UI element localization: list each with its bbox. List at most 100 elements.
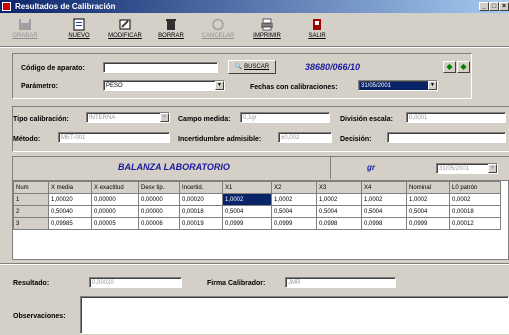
table-cell[interactable]: 0,00019 [179, 217, 223, 230]
close-button[interactable]: × [499, 2, 509, 11]
column-header[interactable]: Num [13, 181, 49, 194]
column-header[interactable]: X1 [222, 181, 272, 194]
table-cell[interactable]: 0,0999 [406, 217, 450, 230]
table-cell[interactable]: 0,09985 [48, 217, 92, 230]
chevron-down-icon[interactable]: ▼ [428, 81, 437, 90]
table-cell[interactable]: 1,0002 [271, 193, 317, 206]
metodo-label: Método: [13, 136, 41, 143]
column-header[interactable]: X4 [361, 181, 407, 194]
chevron-down-icon[interactable]: ▼ [160, 113, 169, 122]
table-cell[interactable]: 0,50040 [48, 205, 92, 218]
table-cell[interactable]: 0,0999 [222, 217, 272, 230]
fechas-label: Fechas con calibraciones: [250, 84, 338, 91]
table-cell[interactable]: 0,0998 [316, 217, 362, 230]
imprimir-label: IMPRIMIR [253, 33, 281, 39]
table-header-row: Num X media X exactitud Desv tip. Incertid. X… [13, 181, 501, 194]
app-icon [2, 2, 11, 11]
table-cell[interactable]: 0,0998 [361, 217, 407, 230]
table-cell[interactable]: 1,0002 [316, 193, 362, 206]
modificar-button[interactable]: MODIFICAR [104, 16, 146, 44]
chevron-down-icon[interactable]: ▼ [215, 81, 224, 90]
table-cell[interactable]: 0,00012 [449, 217, 501, 230]
table-cell[interactable]: 0,0002 [449, 193, 501, 206]
salir-button[interactable]: SALIR [302, 16, 332, 44]
chevron-down-icon[interactable]: ▼ [488, 164, 497, 173]
table-cell[interactable]: 0,00005 [91, 217, 139, 230]
table-cell[interactable]: 1,00020 [48, 193, 92, 206]
campo-input[interactable]: 0,1gr [240, 112, 330, 123]
row-number-cell[interactable]: 3 [13, 217, 49, 230]
equipment-name: BALANZA LABORATORIO [118, 162, 230, 172]
unit-label: gr [367, 163, 375, 172]
table-row[interactable]: 1 1,00020 0,00000 0,00000 0,00020 1,0002 1,000… [13, 193, 501, 206]
decision-input[interactable] [387, 132, 506, 143]
column-header[interactable]: X2 [271, 181, 317, 194]
division-input[interactable]: 0,0001 [406, 112, 506, 123]
parametro-label: Parámetro: [21, 83, 58, 90]
parametro-value: PESO [106, 83, 123, 89]
minimize-button[interactable]: _ [479, 2, 489, 11]
observaciones-textarea[interactable] [80, 296, 509, 334]
codigo-result: 38680/066/10 [305, 62, 361, 72]
cancelar-button[interactable]: CANCELAR [200, 16, 236, 44]
nuevo-button[interactable]: NUEVO [62, 16, 96, 44]
resultado-label: Resultado: [13, 280, 50, 287]
arrow-right-icon: ◆ [460, 62, 467, 71]
date-select[interactable]: 31/05/2001 ▼ [436, 163, 498, 174]
table-cell[interactable]: 0,00000 [138, 205, 180, 218]
metodo-input[interactable]: MET-001 [58, 132, 170, 143]
table-cell[interactable]: 0,00018 [449, 205, 501, 218]
modificar-label: MODIFICAR [108, 33, 142, 39]
buscar-button[interactable]: 🔍 BUSCAR [228, 60, 276, 74]
column-header[interactable]: Nominal [406, 181, 450, 194]
firma-input[interactable]: JMR [285, 277, 396, 288]
table-cell[interactable]: 0,00000 [91, 193, 139, 206]
table-cell[interactable]: 0,5004 [406, 205, 450, 218]
table-row[interactable]: 3 0,09985 0,00005 0,00006 0,00019 0,0999 0,099… [13, 217, 501, 230]
row-number-cell[interactable]: 2 [13, 205, 49, 218]
table-cell[interactable]: 1,0002 [222, 193, 272, 206]
codigo-label: Código de aparato: [21, 65, 85, 72]
table-cell[interactable]: 0,00000 [138, 193, 180, 206]
table-cell[interactable]: 0,5004 [316, 205, 362, 218]
exit-icon [313, 19, 321, 30]
buscar-label: BUSCAR [244, 64, 270, 70]
printer-icon [261, 18, 273, 31]
table-cell[interactable]: 1,0002 [406, 193, 450, 206]
edit-icon [119, 19, 131, 30]
fechas-select[interactable]: 31/05/2001 ▼ [358, 80, 438, 91]
tipo-select[interactable]: INTERNA ▼ [86, 112, 170, 123]
resultado-input[interactable]: 0,00020 [89, 277, 182, 288]
column-header[interactable]: X exactitud [91, 181, 139, 194]
table-cell[interactable]: 0,00020 [179, 193, 223, 206]
prev-button[interactable]: ◆ [443, 61, 456, 73]
division-label: División escala: [340, 116, 393, 123]
table-cell[interactable]: 0,5004 [361, 205, 407, 218]
table-cell[interactable]: 0,00000 [91, 205, 139, 218]
arrow-left-icon: ◆ [446, 62, 453, 71]
row-number-cell[interactable]: 1 [13, 193, 49, 206]
grabar-button[interactable]: GRABAR [8, 16, 42, 44]
maximize-button[interactable]: □ [489, 2, 499, 11]
imprimir-button[interactable]: IMPRIMIR [248, 16, 286, 44]
column-header[interactable]: X3 [316, 181, 362, 194]
next-button[interactable]: ◆ [457, 61, 470, 73]
table-cell[interactable]: 0,5004 [271, 205, 317, 218]
borrar-button[interactable]: BORRAR [154, 16, 188, 44]
window-title: Resultados de Calibración [15, 2, 116, 11]
column-header[interactable]: X media [48, 181, 92, 194]
column-header[interactable]: L0 patrón [449, 181, 501, 194]
codigo-input[interactable] [103, 62, 218, 73]
column-header[interactable]: Incertid. [179, 181, 223, 194]
table-cell[interactable]: 0,0999 [271, 217, 317, 230]
table-row[interactable]: 2 0,50040 0,00000 0,00000 0,00018 0,5004 0,500… [13, 205, 501, 218]
save-icon [19, 19, 31, 30]
incert-input[interactable]: ±0,002 [278, 132, 332, 143]
table-cell[interactable]: 0,00006 [138, 217, 180, 230]
table-cell[interactable]: 0,5004 [222, 205, 272, 218]
parametro-select[interactable]: PESO ▼ [103, 80, 225, 91]
table-cell[interactable]: 1,0002 [361, 193, 407, 206]
calibration-table: Num X media X exactitud Desv tip. Incertid. X… [13, 181, 501, 230]
table-cell[interactable]: 0,00018 [179, 205, 223, 218]
column-header[interactable]: Desv tip. [138, 181, 180, 194]
